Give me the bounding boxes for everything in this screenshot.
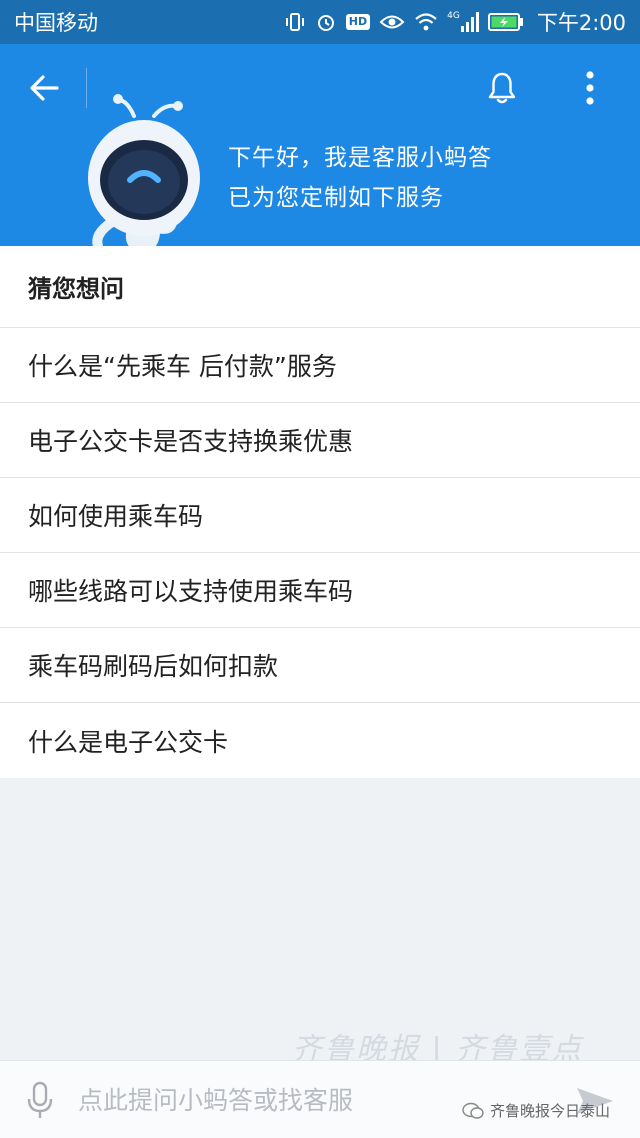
vibrate-icon [285, 13, 304, 31]
status-time: 下午2:00 [536, 11, 626, 35]
mascot-image [88, 94, 200, 252]
voice-input-button[interactable] [20, 1079, 60, 1123]
input-bar [0, 1060, 640, 1138]
question-item[interactable]: 电子公交卡是否支持换乘优惠 [0, 403, 640, 478]
suggested-questions-title: 猜您想问 [0, 246, 640, 328]
back-button[interactable] [22, 66, 66, 110]
header: 下午好，我是客服小蚂答 已为您定制如下服务 [0, 44, 640, 252]
carrier-name: 中国移动 [14, 11, 98, 35]
chat-service-screen: 中国移动 HD 4G 下午2:00 下午好，我是客服小蚂答 已为您定制如下服务 … [0, 0, 640, 1138]
wechat-icon [462, 1102, 484, 1119]
mic-icon [27, 1081, 53, 1118]
signal-icon: 4G [447, 12, 479, 32]
status-icons: HD 4G 下午2:00 [284, 7, 626, 37]
more-vertical-icon [586, 71, 594, 105]
eye-icon [379, 15, 405, 29]
status-bar: 中国移动 HD 4G 下午2:00 [0, 0, 640, 44]
question-item[interactable]: 什么是“先乘车 后付款”服务 [0, 328, 640, 403]
notifications-button[interactable] [480, 64, 524, 112]
question-item[interactable]: 如何使用乘车码 [0, 478, 640, 553]
question-item[interactable]: 什么是电子公交卡 [0, 703, 640, 778]
question-item[interactable]: 哪些线路可以支持使用乘车码 [0, 553, 640, 628]
source-label: 齐鲁晚报今日泰山 [462, 1100, 610, 1121]
source-text: 齐鲁晚报今日泰山 [490, 1102, 611, 1120]
greeting-line-2: 已为您定制如下服务 [228, 185, 444, 211]
back-arrow-icon [30, 75, 59, 101]
question-item[interactable]: 乘车码刷码后如何扣款 [0, 628, 640, 703]
suggested-questions: 猜您想问 什么是“先乘车 后付款”服务 电子公交卡是否支持换乘优惠 如何使用乘车… [0, 246, 640, 778]
hd-badge: HD [345, 14, 371, 30]
battery-icon [487, 13, 523, 31]
more-options-button[interactable] [568, 64, 612, 112]
greeting-text: 下午好，我是客服小蚂答 已为您定制如下服务 [228, 138, 492, 218]
alarm-icon [317, 15, 334, 31]
greeting-line-1: 下午好，我是客服小蚂答 [228, 145, 492, 171]
bell-icon [488, 72, 516, 104]
wifi-icon [415, 13, 437, 31]
question-input[interactable] [78, 1077, 458, 1123]
